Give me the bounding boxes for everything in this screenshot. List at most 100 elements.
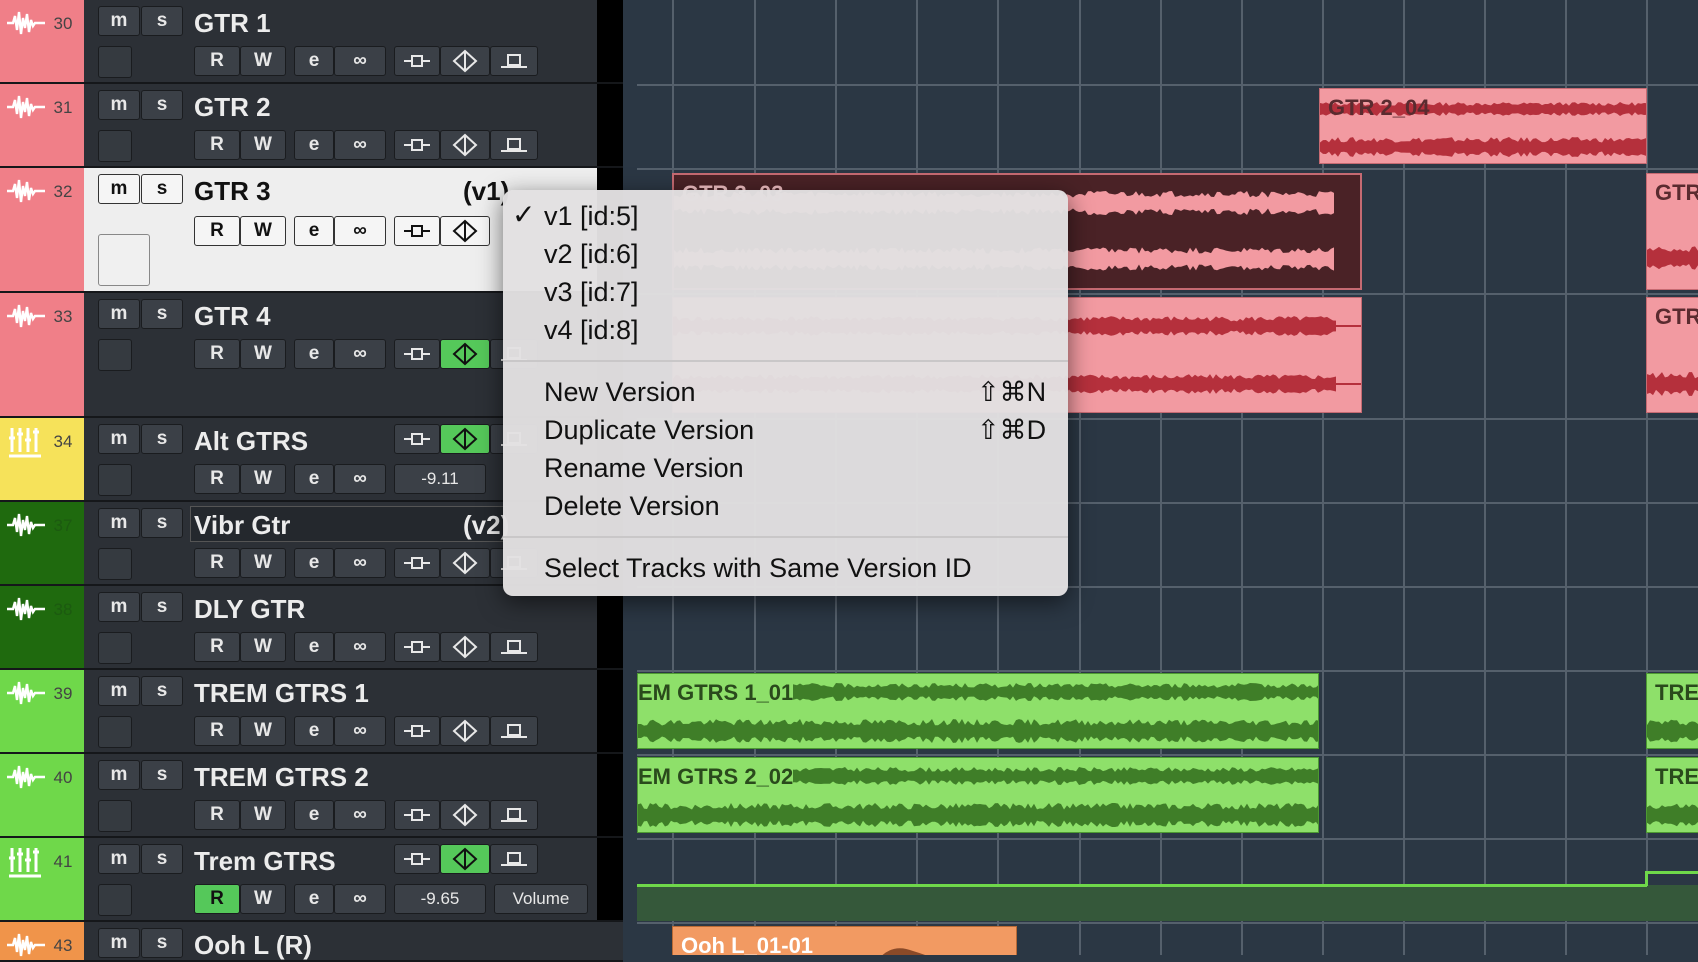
menu-item-version-3[interactable]: v3 [id:7] xyxy=(544,274,639,310)
monitor-diamond-icon[interactable] xyxy=(440,800,490,830)
track-name[interactable]: TREM GTRS 1 xyxy=(194,678,369,709)
automation-lane[interactable] xyxy=(637,885,1698,921)
read-automation-button[interactable]: R xyxy=(194,884,240,914)
clip-trem-gtrs-1[interactable]: EM GTRS 1_01 xyxy=(637,673,1319,749)
track-name[interactable]: GTR 3 xyxy=(194,176,271,207)
menu-item-version-2[interactable]: v2 [id:6] xyxy=(544,236,639,272)
track-select-checkbox[interactable] xyxy=(98,46,132,78)
solo-button[interactable]: s xyxy=(141,174,183,204)
mute-button[interactable]: m xyxy=(98,90,140,120)
input-monitor-button[interactable] xyxy=(394,424,440,454)
monitor-diamond-icon[interactable] xyxy=(440,46,490,76)
write-automation-button[interactable]: W xyxy=(240,339,286,369)
read-automation-button[interactable]: R xyxy=(194,632,240,662)
track-name[interactable]: Vibr Gtr xyxy=(194,510,290,541)
solo-button[interactable]: s xyxy=(141,760,183,790)
write-automation-button[interactable]: W xyxy=(240,130,286,160)
monitor-diamond-icon[interactable] xyxy=(440,716,490,746)
output-button[interactable] xyxy=(490,716,538,746)
clip-trem-right-1[interactable]: TRE xyxy=(1646,673,1698,749)
mute-button[interactable]: m xyxy=(98,424,140,454)
track-name[interactable]: TREM GTRS 2 xyxy=(194,762,369,793)
input-monitor-button[interactable] xyxy=(394,800,440,830)
track-select-checkbox[interactable] xyxy=(98,716,132,748)
clip-trem-right-2[interactable]: TRE xyxy=(1646,757,1698,833)
monitor-diamond-icon[interactable] xyxy=(440,339,490,369)
mute-button[interactable]: m xyxy=(98,592,140,622)
write-automation-button[interactable]: W xyxy=(240,464,286,494)
read-automation-button[interactable]: R xyxy=(194,800,240,830)
write-automation-button[interactable]: W xyxy=(240,716,286,746)
read-automation-button[interactable]: R xyxy=(194,216,240,246)
edit-channel-button[interactable]: e xyxy=(294,548,334,578)
input-monitor-button[interactable] xyxy=(394,216,440,246)
output-button[interactable] xyxy=(490,844,538,874)
input-monitor-button[interactable] xyxy=(394,46,440,76)
link-button[interactable]: ∞ xyxy=(334,216,386,246)
input-monitor-button[interactable] xyxy=(394,339,440,369)
track-name[interactable]: DLY GTR xyxy=(194,594,305,625)
volume-value-field[interactable]: -9.65 xyxy=(394,884,486,914)
input-monitor-button[interactable] xyxy=(394,548,440,578)
mute-button[interactable]: m xyxy=(98,844,140,874)
menu-item-rename-version[interactable]: Rename Version xyxy=(544,450,744,486)
solo-button[interactable]: s xyxy=(141,299,183,329)
track-select-checkbox[interactable] xyxy=(98,632,132,664)
monitor-diamond-icon[interactable] xyxy=(440,548,490,578)
mute-button[interactable]: m xyxy=(98,676,140,706)
monitor-diamond-icon[interactable] xyxy=(440,130,490,160)
edit-channel-button[interactable]: e xyxy=(294,632,334,662)
read-automation-button[interactable]: R xyxy=(194,464,240,494)
link-button[interactable]: ∞ xyxy=(334,632,386,662)
solo-button[interactable]: s xyxy=(141,90,183,120)
track-header[interactable]: 39 m s TREM GTRS 1 R We ∞ xyxy=(0,670,623,754)
output-button[interactable] xyxy=(490,46,538,76)
track-name[interactable]: GTR 2 xyxy=(194,92,271,123)
automation-parameter-selector[interactable]: Volume xyxy=(494,884,588,914)
solo-button[interactable]: s xyxy=(141,6,183,36)
track-name[interactable]: GTR 4 xyxy=(194,301,271,332)
input-monitor-button[interactable] xyxy=(394,130,440,160)
link-button[interactable]: ∞ xyxy=(334,339,386,369)
write-automation-button[interactable]: W xyxy=(240,548,286,578)
menu-item-duplicate-version[interactable]: Duplicate Version ⇧⌘D xyxy=(544,412,1046,448)
track-header[interactable]: 40 m s TREM GTRS 2 R We ∞ xyxy=(0,754,623,838)
write-automation-button[interactable]: W xyxy=(240,800,286,830)
input-monitor-button[interactable] xyxy=(394,632,440,662)
write-automation-button[interactable]: W xyxy=(240,46,286,76)
monitor-diamond-icon[interactable] xyxy=(440,632,490,662)
link-button[interactable]: ∞ xyxy=(334,46,386,76)
output-button[interactable] xyxy=(490,800,538,830)
solo-button[interactable]: s xyxy=(141,508,183,538)
track-header[interactable]: 43 m s Ooh L (R) xyxy=(0,922,623,962)
mute-button[interactable]: m xyxy=(98,928,140,958)
menu-item-version-4[interactable]: v4 [id:8] xyxy=(544,312,639,348)
edit-channel-button[interactable]: e xyxy=(294,130,334,160)
solo-button[interactable]: s xyxy=(141,676,183,706)
clip-trem-gtrs-2[interactable]: EM GTRS 2_02 xyxy=(637,757,1319,833)
write-automation-button[interactable]: W xyxy=(240,884,286,914)
mute-button[interactable]: m xyxy=(98,174,140,204)
edit-channel-button[interactable]: e xyxy=(294,216,334,246)
track-select-checkbox[interactable] xyxy=(98,548,132,580)
solo-button[interactable]: s xyxy=(141,844,183,874)
track-select-checkbox[interactable] xyxy=(98,234,150,286)
clip-gtr-right-1[interactable]: GTR xyxy=(1646,173,1698,290)
edit-channel-button[interactable]: e xyxy=(294,464,334,494)
clip-gtr-right-2[interactable]: GTR xyxy=(1646,297,1698,413)
monitor-diamond-icon[interactable] xyxy=(440,424,490,454)
clip-gtr2-04[interactable]: GTR 2_04 xyxy=(1319,88,1647,164)
edit-channel-button[interactable]: e xyxy=(294,884,334,914)
link-button[interactable]: ∞ xyxy=(334,716,386,746)
link-button[interactable]: ∞ xyxy=(334,800,386,830)
track-header[interactable]: 30 m s GTR 1 R We ∞ xyxy=(0,0,623,84)
menu-item-new-version[interactable]: New Version ⇧⌘N xyxy=(544,374,1046,410)
edit-channel-button[interactable]: e xyxy=(294,339,334,369)
track-name[interactable]: Alt GTRS xyxy=(194,426,308,457)
output-button[interactable] xyxy=(490,632,538,662)
track-select-checkbox[interactable] xyxy=(98,339,132,371)
solo-button[interactable]: s xyxy=(141,424,183,454)
monitor-diamond-icon[interactable] xyxy=(440,216,490,246)
read-automation-button[interactable]: R xyxy=(194,548,240,578)
track-name[interactable]: Trem GTRS xyxy=(194,846,336,877)
